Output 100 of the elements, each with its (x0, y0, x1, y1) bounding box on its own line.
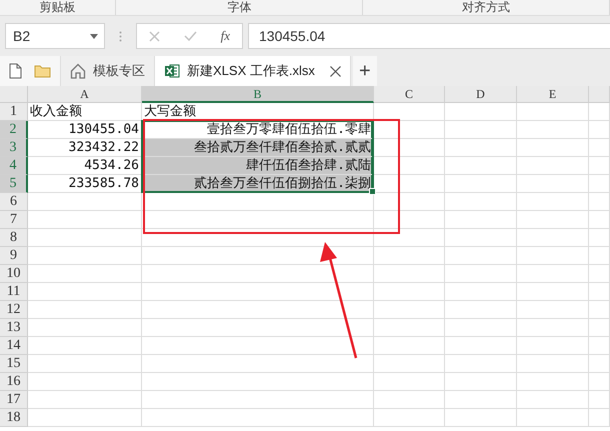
ribbon-group-label: 字体 (227, 0, 252, 14)
empty-cell (517, 283, 589, 301)
empty-cell (589, 409, 610, 427)
empty-cell (589, 265, 610, 283)
column-header[interactable]: B (142, 86, 374, 103)
empty-cell (445, 373, 517, 391)
column-header[interactable]: E (517, 86, 589, 103)
row-header[interactable]: 1 (0, 103, 28, 121)
row-header[interactable]: 2 (0, 121, 28, 139)
empty-cell (445, 337, 517, 355)
row-header[interactable]: 9 (0, 247, 28, 265)
row-header[interactable]: 17 (0, 391, 28, 409)
empty-cell (517, 121, 589, 139)
table-cell: 4534.26 (28, 157, 142, 175)
ribbon-group-label: 对齐方式 (462, 0, 510, 14)
table-cell: 壹拾叁万零肆佰伍拾伍.零肆 (142, 121, 374, 139)
name-box[interactable]: B2 (5, 23, 105, 49)
empty-cell (517, 409, 589, 427)
empty-cell (517, 355, 589, 373)
empty-cell (374, 319, 445, 337)
empty-cell (445, 391, 517, 409)
empty-cell (517, 139, 589, 157)
empty-cell (589, 229, 610, 247)
row-header[interactable]: 3 (0, 139, 28, 157)
folder-icon[interactable] (34, 64, 51, 78)
empty-cell (374, 355, 445, 373)
row-header[interactable]: 11 (0, 283, 28, 301)
empty-cell (517, 319, 589, 337)
formula-field[interactable]: 130455.04 (248, 23, 610, 49)
table-cell: 收入金额 (28, 103, 142, 121)
empty-cell (374, 247, 445, 265)
cancel-icon[interactable] (148, 30, 160, 42)
empty-cell (445, 409, 517, 427)
row-header[interactable]: 18 (0, 409, 28, 427)
empty-cell (517, 391, 589, 409)
empty-cell (374, 229, 445, 247)
row-header[interactable]: 4 (0, 157, 28, 175)
row-header[interactable]: 15 (0, 355, 28, 373)
table-cell: 叁拾贰万叁仟肆佰叁拾贰.贰贰 (142, 139, 374, 157)
table-cell: 大写金额 (142, 103, 374, 121)
empty-cell (445, 103, 517, 121)
empty-cell (445, 175, 517, 193)
table-cell: 323432.22 (28, 139, 142, 157)
row-header[interactable]: 8 (0, 229, 28, 247)
empty-cell (589, 139, 610, 157)
empty-cell (589, 211, 610, 229)
close-icon[interactable] (330, 66, 341, 76)
empty-cell (589, 355, 610, 373)
empty-cell (517, 193, 589, 211)
empty-cell (445, 301, 517, 319)
new-tab-button[interactable]: + (352, 56, 377, 86)
empty-cell (374, 409, 445, 427)
empty-cell (589, 319, 610, 337)
empty-cell (589, 103, 610, 121)
insert-function-button[interactable]: fx (220, 28, 230, 44)
empty-cell (374, 301, 445, 319)
empty-cell (374, 373, 445, 391)
row-header[interactable]: 13 (0, 319, 28, 337)
empty-cell (589, 175, 610, 193)
row-header[interactable]: 5 (0, 175, 28, 193)
row-header[interactable]: 12 (0, 301, 28, 319)
select-all-button[interactable] (0, 86, 28, 103)
column-header[interactable]: C (374, 86, 445, 103)
empty-cell (445, 229, 517, 247)
fill-handle[interactable] (369, 188, 376, 195)
empty-cell (517, 211, 589, 229)
empty-cell (517, 373, 589, 391)
empty-cell (589, 193, 610, 211)
file-tab[interactable]: 新建XLSX 工作表.xlsx (155, 56, 351, 86)
new-file-icon[interactable] (9, 63, 22, 79)
column-header[interactable]: D (445, 86, 517, 103)
empty-cell (374, 193, 445, 211)
dropdown-icon[interactable] (90, 34, 98, 38)
empty-cell (589, 391, 610, 409)
row-header[interactable]: 14 (0, 337, 28, 355)
empty-cell (445, 139, 517, 157)
row-header[interactable]: 6 (0, 193, 28, 211)
empty-cell (517, 229, 589, 247)
table-cell: 肆仟伍佰叁拾肆.贰陆 (142, 157, 374, 175)
empty-cell (589, 157, 610, 175)
empty-cell (589, 337, 610, 355)
empty-cell (517, 265, 589, 283)
row-header[interactable]: 16 (0, 373, 28, 391)
check-icon[interactable] (184, 31, 197, 41)
row-header[interactable]: 10 (0, 265, 28, 283)
empty-cell (517, 337, 589, 355)
empty-cell (445, 211, 517, 229)
empty-cell (445, 355, 517, 373)
empty-cell (589, 247, 610, 265)
home-icon (70, 63, 86, 79)
empty-cell (589, 373, 610, 391)
column-header[interactable] (589, 86, 610, 103)
ribbon-group-label: 剪贴板 (40, 0, 76, 14)
empty-cell (374, 283, 445, 301)
empty-cell (445, 121, 517, 139)
row-header[interactable]: 7 (0, 211, 28, 229)
column-header[interactable]: A (28, 86, 142, 103)
empty-cell (374, 391, 445, 409)
empty-cell (517, 103, 589, 121)
empty-cell (517, 157, 589, 175)
